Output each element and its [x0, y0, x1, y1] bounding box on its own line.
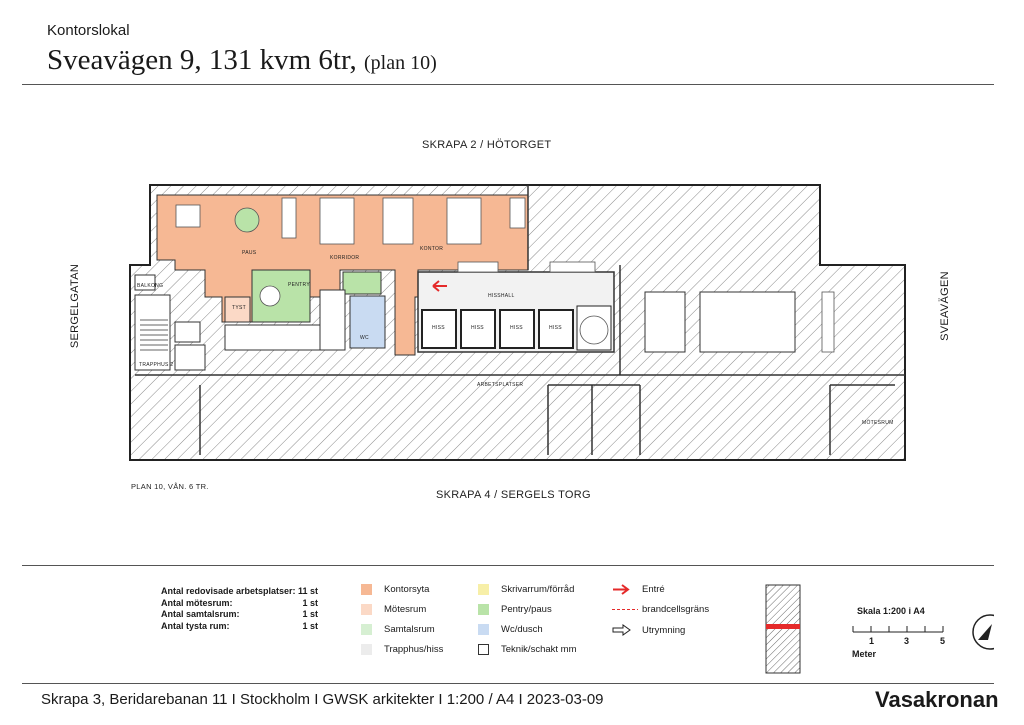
- entre-arrow-icon: [613, 584, 630, 595]
- room-balkong: BALKONG: [137, 283, 164, 289]
- room-wc: WC: [360, 335, 369, 341]
- swatch: [478, 584, 489, 595]
- room-hiss-b: HISS: [471, 325, 484, 331]
- legend-teknik: Teknik/schakt mm: [478, 644, 577, 655]
- scale-tick: 3: [904, 636, 910, 646]
- scale-title: Skala 1:200 i A4: [857, 606, 925, 616]
- stat-value: 1 st: [302, 609, 318, 619]
- legend-trapphus: Trapphus/hiss: [361, 644, 443, 655]
- stat-label: Antal mötesrum:: [161, 597, 233, 608]
- legend-label: Samtalsrum: [384, 624, 435, 635]
- legend-wc: Wc/dusch: [478, 624, 543, 635]
- room-hiss-a: HISS: [432, 325, 445, 331]
- room-pentry: PENTRY: [288, 282, 310, 288]
- stat-row: Antal tysta rum: 1 st: [161, 621, 318, 633]
- swatch: [478, 604, 489, 615]
- scale-bar: [852, 626, 944, 633]
- legend-motesrum: Mötesrum: [361, 604, 426, 615]
- swatch: [361, 604, 372, 615]
- room-arbetsplatser: ARBETSPLATSER: [477, 382, 524, 388]
- room-tyst: TYST: [232, 305, 246, 311]
- room-hisshall: HISSHALL: [488, 293, 515, 299]
- legend-samtalsrum: Samtalsrum: [361, 624, 435, 635]
- stat-row: Antal mötesrum: 1 st: [161, 598, 318, 610]
- legend-label: Entré: [642, 584, 665, 595]
- stat-label: Antal tysta rum:: [161, 620, 230, 631]
- legend-label: Teknik/schakt mm: [501, 644, 577, 655]
- dashed-line-icon: [612, 609, 638, 610]
- scale-unit: Meter: [852, 649, 877, 659]
- legend-kontorsyta: Kontorsyta: [361, 584, 429, 595]
- legend-utrymning: Utrymning: [612, 624, 685, 636]
- stats-table: Antal redovisade arbetsplatser: 11 st Ant…: [161, 586, 318, 632]
- room-motesrum: MÖTESRUM: [862, 420, 894, 426]
- brand-logo: Vasakronan: [875, 687, 999, 712]
- legend-label: Pentry/paus: [501, 604, 552, 615]
- north-arrow-icon: [972, 614, 994, 650]
- escape-arrow-icon: [612, 624, 631, 636]
- legend-brandcell: brandcellsgräns: [612, 604, 709, 615]
- building-section-icon: [765, 584, 801, 674]
- room-paus: PAUS: [242, 250, 257, 256]
- stat-row: Antal samtalsrum: 1 st: [161, 609, 318, 621]
- stat-label: Antal samtalsrum:: [161, 609, 240, 619]
- legend-label: Utrymning: [642, 624, 686, 636]
- legend-label: Wc/dusch: [501, 624, 543, 635]
- legend-label: brandcellsgräns: [642, 604, 710, 615]
- scale-tick: 5: [940, 636, 946, 646]
- stat-row: Antal redovisade arbetsplatser: 11 st: [161, 586, 318, 598]
- room-kontor: KONTOR: [420, 246, 444, 252]
- legend-label: Mötesrum: [384, 604, 427, 615]
- footer-rule: [22, 683, 994, 684]
- room-hiss-d: HISS: [549, 325, 562, 331]
- room-hiss-c: HISS: [510, 325, 523, 331]
- room-trapphus: TRAPPHUS 2: [139, 362, 174, 368]
- legend-label: Skrivarrum/förråd: [501, 584, 575, 595]
- legend-rule: [22, 565, 994, 566]
- scale-tick: 1: [869, 636, 875, 646]
- stat-label: Antal redovisade arbetsplatser:: [161, 586, 296, 596]
- swatch: [361, 584, 372, 595]
- legend-label: Trapphus/hiss: [384, 644, 444, 655]
- legend-entre: Entré: [612, 584, 665, 595]
- swatch: [361, 624, 372, 635]
- legend-label: Kontorsyta: [384, 584, 430, 595]
- swatch: [478, 624, 489, 635]
- legend-skrivarrum: Skrivarrum/förråd: [478, 584, 574, 595]
- legend-pentry: Pentry/paus: [478, 604, 552, 615]
- stat-value: 1 st: [302, 597, 318, 608]
- swatch: [361, 644, 372, 655]
- swatch: [478, 644, 489, 655]
- stat-value: 11 st: [297, 586, 318, 596]
- room-korridor: KORRIDOR: [330, 255, 360, 261]
- stat-value: 1 st: [302, 620, 318, 631]
- footer-info: Skrapa 3, Beridarebanan 11 I Stockholm I…: [41, 691, 604, 708]
